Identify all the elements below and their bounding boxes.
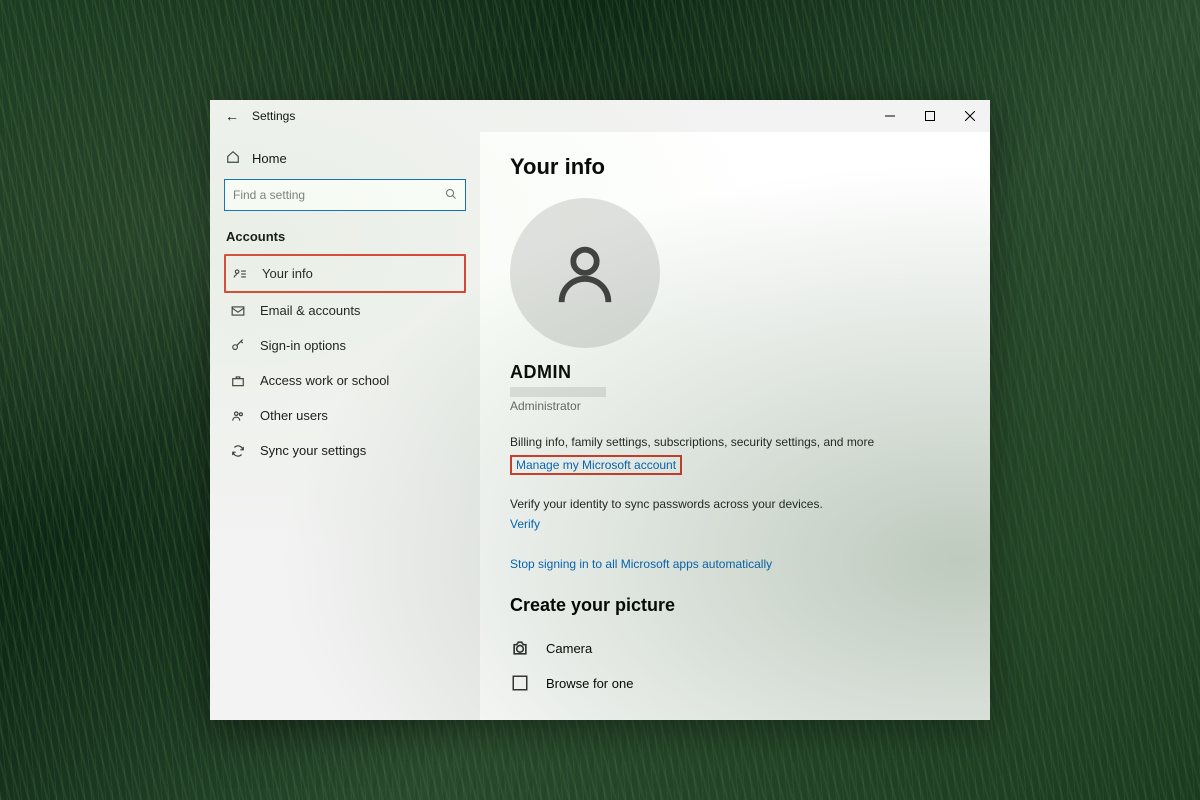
redacted-email — [510, 387, 606, 397]
users-icon — [230, 409, 246, 423]
page-title: Your info — [510, 154, 960, 180]
sidebar-item-sync-settings[interactable]: Sync your settings — [224, 433, 466, 468]
camera-option[interactable]: Camera — [510, 630, 960, 666]
sidebar-item-email-accounts[interactable]: Email & accounts — [224, 293, 466, 328]
briefcase-icon — [230, 374, 246, 388]
billing-description: Billing info, family settings, subscript… — [510, 435, 960, 449]
back-button[interactable]: ← — [220, 108, 244, 124]
search-icon — [445, 188, 457, 203]
mail-icon — [230, 304, 246, 318]
search-box[interactable] — [224, 179, 466, 211]
sidebar-item-label: Email & accounts — [260, 303, 360, 318]
sidebar-item-other-users[interactable]: Other users — [224, 398, 466, 433]
sidebar: Home Accounts Your info Email & accou — [210, 132, 480, 720]
sidebar-item-label: Other users — [260, 408, 328, 423]
user-role: Administrator — [510, 399, 960, 413]
key-icon — [230, 339, 246, 353]
avatar — [510, 198, 660, 348]
titlebar: ← Settings — [210, 100, 990, 132]
camera-label: Camera — [546, 641, 592, 656]
browse-option[interactable]: Browse for one — [510, 666, 960, 700]
browse-icon — [510, 674, 530, 692]
home-nav[interactable]: Home — [224, 144, 466, 179]
person-icon — [550, 238, 620, 308]
sidebar-item-your-info[interactable]: Your info — [224, 254, 466, 293]
browse-label: Browse for one — [546, 676, 633, 691]
sidebar-item-access-work-school[interactable]: Access work or school — [224, 363, 466, 398]
sidebar-category: Accounts — [226, 229, 466, 244]
sidebar-item-label: Your info — [262, 266, 313, 281]
sidebar-item-label: Sign-in options — [260, 338, 346, 353]
verify-link[interactable]: Verify — [510, 517, 540, 531]
close-button[interactable] — [950, 100, 990, 132]
minimize-button[interactable] — [870, 100, 910, 132]
stop-signin-link[interactable]: Stop signing in to all Microsoft apps au… — [510, 557, 772, 571]
username: ADMIN — [510, 362, 960, 383]
manage-account-link[interactable]: Manage my Microsoft account — [510, 455, 682, 475]
sync-icon — [230, 444, 246, 458]
sidebar-item-label: Sync your settings — [260, 443, 366, 458]
search-input[interactable] — [233, 188, 445, 202]
verify-description: Verify your identity to sync passwords a… — [510, 497, 960, 511]
home-label: Home — [252, 151, 287, 166]
sidebar-item-signin-options[interactable]: Sign-in options — [224, 328, 466, 363]
maximize-button[interactable] — [910, 100, 950, 132]
window-title: Settings — [252, 109, 295, 123]
picture-heading: Create your picture — [510, 595, 960, 616]
settings-window: ← Settings Home A — [210, 100, 990, 720]
content-pane: Your info ADMIN Administrator Billing in… — [480, 132, 990, 720]
camera-icon — [510, 638, 530, 658]
home-icon — [226, 150, 240, 167]
sidebar-item-label: Access work or school — [260, 373, 389, 388]
person-card-icon — [232, 267, 248, 281]
